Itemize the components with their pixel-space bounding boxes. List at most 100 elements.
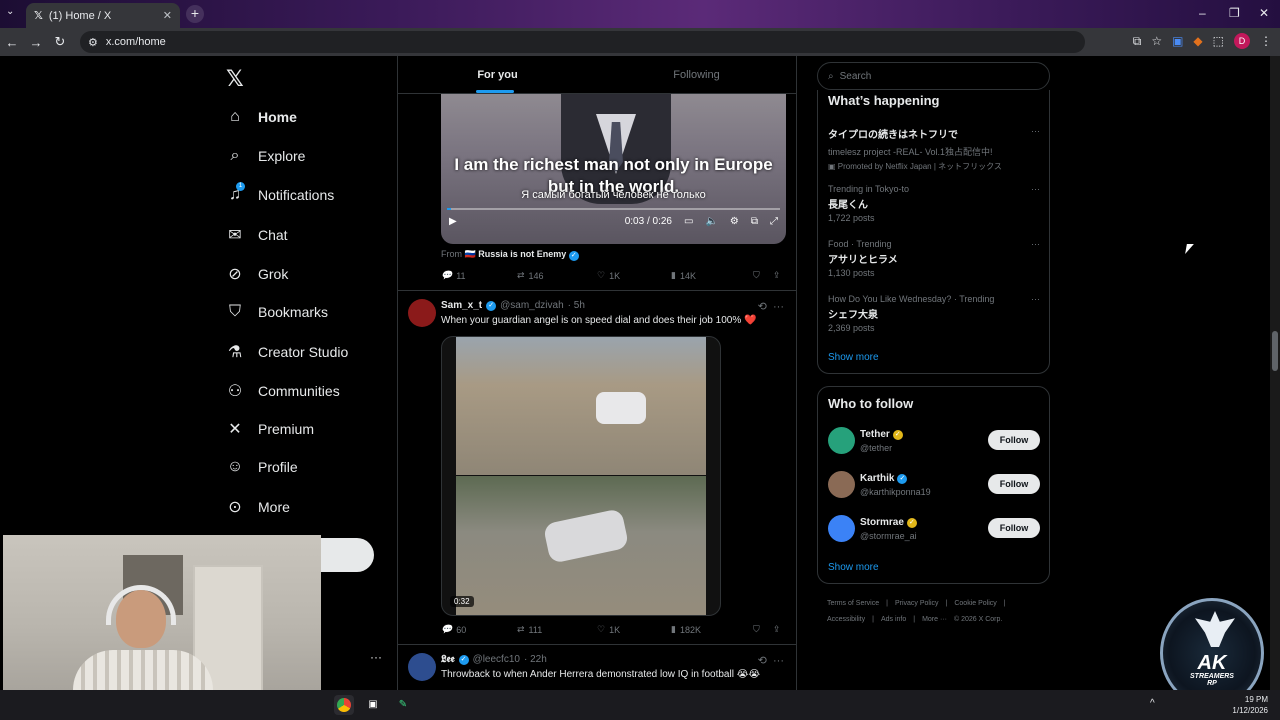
scrollbar-thumb[interactable] — [1272, 331, 1278, 371]
close-tab-icon[interactable]: ✕ — [163, 9, 172, 22]
trend-item[interactable]: Trending in Tokyo-to 長尾くん 1,722 posts ··… — [828, 184, 1040, 223]
follow-show-more-link[interactable]: Show more — [828, 562, 879, 573]
forward-icon[interactable]: → — [24, 35, 48, 50]
avatar[interactable] — [408, 299, 436, 327]
ads-info-link[interactable]: Ads info — [881, 616, 906, 623]
bookmark-post-icon[interactable]: ⛉ — [753, 270, 773, 281]
follow-button[interactable]: Follow — [988, 430, 1040, 450]
reply-button[interactable]: 💬 11 — [441, 270, 517, 281]
views-button[interactable]: ▮ 14K — [671, 270, 753, 281]
avatar[interactable] — [408, 653, 436, 681]
trend-item[interactable]: タイプロの続きはネトフリで timelesz project -REAL- Vo… — [828, 126, 1040, 172]
maximize-icon[interactable]: ❐ — [1229, 6, 1240, 20]
terms-link[interactable]: Terms of Service — [827, 600, 879, 607]
more-options-icon[interactable]: ··· — [1031, 239, 1040, 249]
repost-button[interactable]: ⇄ 111 — [517, 624, 597, 635]
more-options-icon[interactable]: ··· — [773, 301, 784, 313]
translate-icon[interactable]: ▣ — [1172, 34, 1183, 48]
nav-bookmarks[interactable]: ⛉ Bookmarks — [226, 303, 328, 321]
bookmark-star-icon[interactable]: ☆ — [1151, 34, 1162, 48]
author-name[interactable]: 𝕷𝖊𝖊 — [441, 654, 455, 665]
nav-notifications[interactable]: ♫ 1 Notifications — [226, 182, 334, 204]
page-scrollbar[interactable] — [1270, 56, 1280, 690]
privacy-link[interactable]: Privacy Policy — [895, 600, 939, 607]
karthik-avatar[interactable] — [828, 471, 855, 498]
settings-icon[interactable]: ⚙ — [730, 216, 739, 227]
tray-chevron-icon[interactable]: ^ — [1150, 698, 1155, 709]
nav-profile[interactable]: ☺ Profile — [226, 458, 298, 476]
nav-more[interactable]: ⊙ More — [226, 497, 290, 517]
share-icon[interactable]: ⇪ — [773, 270, 781, 281]
browser-tab[interactable]: 𝕏 (1) Home / X ✕ — [26, 3, 180, 28]
nav-chat[interactable]: ✉ Chat — [226, 225, 287, 245]
views-button[interactable]: ▮ 182K — [671, 624, 753, 635]
follow-suggestion[interactable]: Stormrae ✓ @stormrae_ai Follow — [828, 515, 1040, 545]
install-app-icon[interactable]: ⧉ — [1133, 34, 1142, 49]
author-handle[interactable]: @leecfc10 — [473, 654, 520, 665]
like-button[interactable]: ♡ 1K — [597, 270, 671, 281]
account-menu-icon[interactable]: ··· — [370, 650, 382, 664]
search-input[interactable]: ⌕ Search — [817, 62, 1050, 90]
tab-following[interactable]: Following — [597, 56, 796, 93]
tether-avatar[interactable] — [828, 427, 855, 454]
nav-home[interactable]: ⌂ Home — [226, 108, 297, 126]
post-button[interactable] — [320, 538, 374, 572]
back-icon[interactable]: ← — [0, 35, 24, 50]
stormrae-avatar[interactable] — [828, 515, 855, 542]
follow-button[interactable]: Follow — [988, 518, 1040, 538]
author-handle[interactable]: @sam_dzivah — [500, 300, 564, 311]
browser-menu-icon[interactable]: ⋮ — [1260, 34, 1272, 48]
video-progress-bar[interactable] — [447, 208, 780, 210]
follow-button[interactable]: Follow — [988, 474, 1040, 494]
nav-grok[interactable]: ⊘ Grok — [226, 264, 288, 284]
trends-show-more-link[interactable]: Show more — [828, 352, 879, 363]
site-info-icon[interactable]: ⚙ — [88, 36, 98, 49]
like-button[interactable]: ♡ 1K — [597, 624, 671, 635]
follow-suggestion[interactable]: Tether ✓ @tether Follow — [828, 427, 1040, 457]
captions-icon[interactable]: ▭ — [684, 216, 693, 227]
grok-explain-icon[interactable]: ⟲ — [758, 655, 767, 667]
x-logo-icon[interactable]: 𝕏 — [226, 66, 244, 92]
video-player[interactable]: I am the richest man not only in Europe … — [441, 94, 786, 244]
extension-fox-icon[interactable]: ◆ — [1193, 34, 1202, 48]
system-clock[interactable]: 19 PM 1/12/2026 — [1232, 694, 1268, 716]
close-window-icon[interactable]: ✕ — [1259, 6, 1269, 20]
trend-item[interactable]: How Do You Like Wednesday? · Trending シェ… — [828, 294, 1040, 333]
nav-communities[interactable]: ⚇ Communities — [226, 381, 340, 401]
post-video[interactable]: 0:32 — [441, 336, 721, 616]
fullscreen-icon[interactable]: ⤢ — [770, 216, 778, 227]
app-launcher-icon[interactable]: ✎ — [393, 695, 413, 715]
follow-suggestion[interactable]: Karthik ✓ @karthikponna19 Follow — [828, 471, 1040, 501]
extensions-puzzle-icon[interactable]: ⬚ — [1213, 34, 1224, 48]
pip-icon[interactable]: ⧉ — [751, 216, 758, 227]
reload-icon[interactable]: ↻ — [48, 34, 72, 50]
nav-premium[interactable]: ✕ Premium — [226, 419, 314, 439]
bookmark-post-icon[interactable]: ⛉ — [753, 624, 773, 635]
address-bar[interactable]: ⚙ x.com/home — [80, 31, 1085, 53]
accessibility-link[interactable]: Accessibility — [827, 616, 865, 623]
more-options-icon[interactable]: ··· — [1031, 184, 1040, 194]
source-account-link[interactable]: Russia is not Enemy — [478, 249, 566, 259]
grok-explain-icon[interactable]: ⟲ — [758, 301, 767, 313]
profile-avatar-icon[interactable]: D — [1234, 33, 1250, 49]
play-icon[interactable]: ▶ — [449, 216, 457, 227]
repost-button[interactable]: ⇄ 146 — [517, 270, 597, 281]
epic-games-app-icon[interactable]: ▣ — [363, 695, 383, 715]
more-options-icon[interactable]: ··· — [1031, 126, 1040, 136]
author-name[interactable]: Sam_x_t — [441, 300, 482, 311]
trend-item[interactable]: Food · Trending アサリとヒラメ 1,130 posts ··· — [828, 239, 1040, 278]
nav-creator-studio[interactable]: ⚗ Creator Studio — [226, 342, 348, 362]
nav-explore[interactable]: ⌕ Explore — [226, 147, 306, 165]
chrome-app-icon[interactable] — [334, 695, 354, 715]
new-tab-button[interactable]: + — [186, 5, 204, 23]
mute-icon[interactable]: 🔈 — [705, 216, 717, 227]
share-icon[interactable]: ⇪ — [773, 624, 781, 635]
reply-button[interactable]: 💬 60 — [441, 624, 517, 635]
minimize-icon[interactable]: – — [1199, 6, 1206, 20]
more-options-icon[interactable]: ··· — [773, 655, 784, 667]
cookie-link[interactable]: Cookie Policy — [954, 600, 996, 607]
tab-list-chevron-icon[interactable]: ⌄ — [6, 6, 14, 17]
more-options-icon[interactable]: ··· — [1031, 294, 1040, 304]
more-link[interactable]: More ··· — [922, 616, 947, 623]
tab-for-you[interactable]: For you — [398, 56, 597, 93]
